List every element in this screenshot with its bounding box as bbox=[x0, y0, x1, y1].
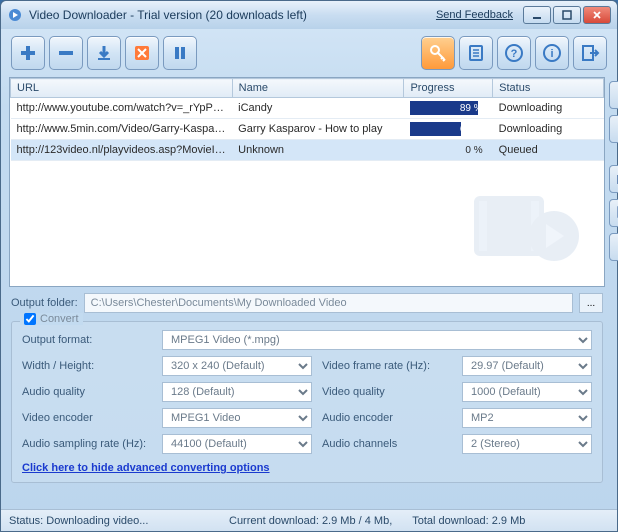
audio-channels-label: Audio channels bbox=[322, 438, 452, 450]
watermark-icon bbox=[464, 176, 584, 276]
cell-progress: 66 % bbox=[404, 119, 493, 140]
titlebar: Video Downloader - Trial version (20 dow… bbox=[1, 1, 617, 29]
output-format-select[interactable]: MPEG1 Video (*.mpg) bbox=[162, 330, 592, 350]
info-button[interactable]: i bbox=[535, 36, 569, 70]
main-window: Video Downloader - Trial version (20 dow… bbox=[0, 0, 618, 532]
column-name[interactable]: Name bbox=[232, 79, 404, 98]
audio-quality-label: Audio quality bbox=[22, 386, 152, 398]
video-frame-rate-label: Video frame rate (Hz): bbox=[322, 360, 452, 372]
cell-name: Unknown bbox=[232, 140, 404, 161]
toolbar: ? i bbox=[1, 29, 617, 77]
advanced-options-link[interactable]: Click here to hide advanced converting o… bbox=[22, 462, 270, 474]
video-frame-rate-select[interactable]: 29.97 (Default) bbox=[462, 356, 592, 376]
move-up-button[interactable] bbox=[609, 81, 618, 109]
download-table: URL Name Progress Status http://www.yout… bbox=[9, 77, 605, 287]
side-toolbar bbox=[609, 77, 618, 505]
audio-encoder-label: Audio encoder bbox=[322, 412, 452, 424]
audio-quality-select[interactable]: 128 (Default) bbox=[162, 382, 312, 402]
convert-legend: Convert bbox=[20, 313, 83, 325]
convert-label: Convert bbox=[40, 313, 79, 325]
cell-status: Queued bbox=[493, 140, 604, 161]
audio-encoder-select[interactable]: MP2 bbox=[462, 408, 592, 428]
table-row[interactable]: http://www.youtube.com/watch?v=_rYpP_Jn9… bbox=[11, 98, 604, 119]
cell-progress: 0 % bbox=[404, 140, 493, 161]
send-feedback-link[interactable]: Send Feedback bbox=[436, 9, 513, 21]
key-button[interactable] bbox=[421, 36, 455, 70]
width-height-select[interactable]: 320 x 240 (Default) bbox=[162, 356, 312, 376]
pause-button[interactable] bbox=[163, 36, 197, 70]
add-button[interactable] bbox=[11, 36, 45, 70]
remove-button[interactable] bbox=[49, 36, 83, 70]
output-format-label: Output format: bbox=[22, 334, 152, 346]
move-down-button[interactable] bbox=[609, 115, 618, 143]
open-folder-button[interactable] bbox=[609, 165, 618, 193]
column-status[interactable]: Status bbox=[493, 79, 604, 98]
minimize-button[interactable] bbox=[523, 6, 551, 24]
status-text: Status: Downloading video... bbox=[9, 515, 209, 527]
stop-button[interactable] bbox=[125, 36, 159, 70]
status-total: Total download: 2.9 Mb bbox=[412, 515, 525, 527]
window-title: Video Downloader - Trial version (20 dow… bbox=[29, 8, 436, 22]
settings-button[interactable] bbox=[459, 36, 493, 70]
help-button[interactable]: ? bbox=[497, 36, 531, 70]
delete-button[interactable] bbox=[609, 233, 618, 261]
exit-button[interactable] bbox=[573, 36, 607, 70]
video-encoder-label: Video encoder bbox=[22, 412, 152, 424]
audio-sampling-select[interactable]: 44100 (Default) bbox=[162, 434, 312, 454]
video-quality-select[interactable]: 1000 (Default) bbox=[462, 382, 592, 402]
cell-url: http://www.youtube.com/watch?v=_rYpP_Jn9… bbox=[11, 98, 233, 119]
cell-url: http://123video.nl/playvideos.asp?MovieI… bbox=[11, 140, 233, 161]
browse-button[interactable]: ... bbox=[579, 293, 603, 313]
convert-group: Convert Output format: MPEG1 Video (*.mp… bbox=[11, 321, 603, 483]
audio-sampling-label: Audio sampling rate (Hz): bbox=[22, 438, 152, 450]
output-folder-input[interactable] bbox=[84, 293, 573, 313]
cell-status: Downloading bbox=[493, 98, 604, 119]
close-button[interactable] bbox=[583, 6, 611, 24]
output-folder-row: Output folder: ... bbox=[9, 287, 605, 319]
content-area: URL Name Progress Status http://www.yout… bbox=[1, 77, 617, 509]
cell-name: iCandy bbox=[232, 98, 404, 119]
video-encoder-select[interactable]: MPEG1 Video bbox=[162, 408, 312, 428]
status-current: Current download: 2.9 Mb / 4 Mb, bbox=[229, 515, 392, 527]
audio-channels-select[interactable]: 2 (Stereo) bbox=[462, 434, 592, 454]
column-url[interactable]: URL bbox=[11, 79, 233, 98]
cell-status: Downloading bbox=[493, 119, 604, 140]
svg-text:i: i bbox=[550, 48, 553, 60]
maximize-button[interactable] bbox=[553, 6, 581, 24]
table-row[interactable]: http://123video.nl/playvideos.asp?MovieI… bbox=[11, 140, 604, 161]
download-button[interactable] bbox=[87, 36, 121, 70]
cell-progress: 89 % bbox=[404, 98, 493, 119]
statusbar: Status: Downloading video... Current dow… bbox=[1, 509, 617, 531]
output-folder-label: Output folder: bbox=[11, 297, 78, 309]
cell-url: http://www.5min.com/Video/Garry-Kasparov… bbox=[11, 119, 233, 140]
width-height-label: Width / Height: bbox=[22, 360, 152, 372]
table-row[interactable]: http://www.5min.com/Video/Garry-Kasparov… bbox=[11, 119, 604, 140]
convert-checkbox[interactable] bbox=[24, 313, 36, 325]
window-controls bbox=[523, 6, 611, 24]
svg-text:?: ? bbox=[511, 48, 518, 60]
cell-name: Garry Kasparov - How to play bbox=[232, 119, 404, 140]
app-icon bbox=[7, 7, 23, 23]
copy-button[interactable] bbox=[609, 199, 618, 227]
column-progress[interactable]: Progress bbox=[404, 79, 493, 98]
video-quality-label: Video quality bbox=[322, 386, 452, 398]
